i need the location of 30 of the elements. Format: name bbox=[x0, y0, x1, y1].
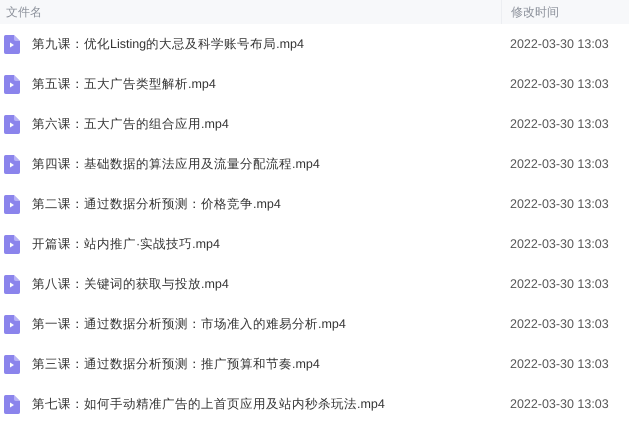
modified-time: 2022-03-30 13:03 bbox=[510, 397, 609, 411]
video-file-icon bbox=[4, 194, 20, 214]
modified-time: 2022-03-30 13:03 bbox=[510, 277, 609, 291]
video-file-icon bbox=[4, 74, 20, 94]
video-file-icon bbox=[4, 314, 20, 334]
modified-time: 2022-03-30 13:03 bbox=[510, 77, 609, 91]
video-file-icon bbox=[4, 114, 20, 134]
modified-time: 2022-03-30 13:03 bbox=[510, 237, 609, 251]
modified-time: 2022-03-30 13:03 bbox=[510, 157, 609, 171]
video-file-icon bbox=[4, 34, 20, 54]
file-name[interactable]: 第九课：优化Listing的大忌及科学账号布局.mp4 bbox=[32, 34, 304, 54]
video-file-icon bbox=[4, 354, 20, 374]
file-name[interactable]: 第二课：通过数据分析预测：价格竞争.mp4 bbox=[32, 194, 281, 214]
modified-time: 2022-03-30 13:03 bbox=[510, 37, 609, 51]
modified-time: 2022-03-30 13:03 bbox=[510, 117, 609, 131]
modified-time: 2022-03-30 13:03 bbox=[510, 317, 609, 331]
video-file-icon bbox=[4, 274, 20, 294]
file-name[interactable]: 开篇课：站内推广·实战技巧.mp4 bbox=[32, 234, 220, 254]
video-file-icon bbox=[4, 234, 20, 254]
file-name[interactable]: 第四课：基础数据的算法应用及流量分配流程.mp4 bbox=[32, 154, 320, 174]
modified-time: 2022-03-30 13:03 bbox=[510, 357, 609, 371]
file-name[interactable]: 第一课：通过数据分析预测：市场准入的难易分析.mp4 bbox=[32, 314, 346, 334]
modified-time: 2022-03-30 13:03 bbox=[510, 197, 609, 211]
file-name[interactable]: 第八课：关键词的获取与投放.mp4 bbox=[32, 274, 229, 294]
file-name[interactable]: 第七课：如何手动精准广告的上首页应用及站内秒杀玩法.mp4 bbox=[32, 394, 385, 414]
file-name[interactable]: 第三课：通过数据分析预测：推广预算和节奏.mp4 bbox=[32, 354, 320, 374]
file-name[interactable]: 第五课：五大广告类型解析.mp4 bbox=[32, 74, 216, 94]
video-file-icon bbox=[4, 394, 20, 414]
file-name[interactable]: 第六课：五大广告的组合应用.mp4 bbox=[32, 114, 229, 134]
video-file-icon bbox=[4, 154, 20, 174]
